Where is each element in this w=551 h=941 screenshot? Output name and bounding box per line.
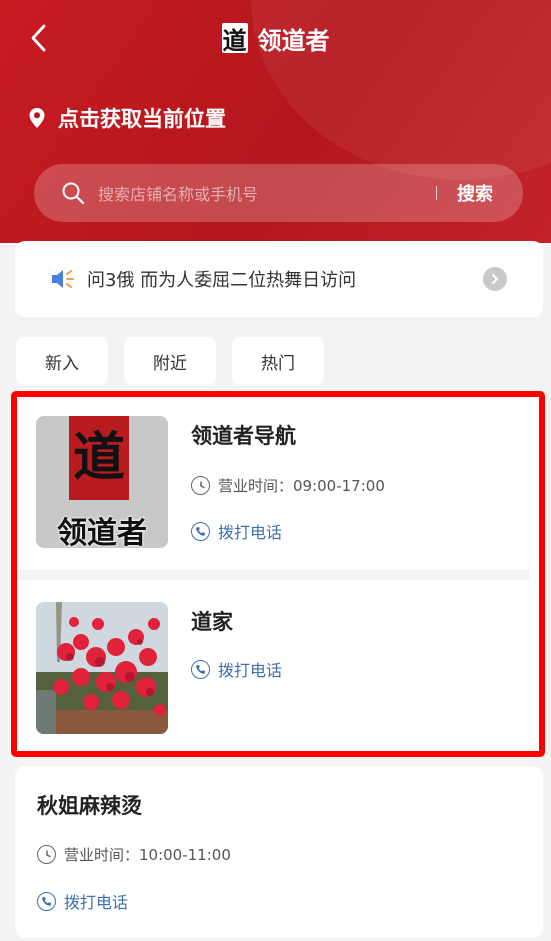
flower-photo [36, 602, 168, 734]
store-name: 秋姐麻辣烫 [37, 794, 142, 818]
phone-icon [191, 521, 210, 541]
search-divider [435, 186, 437, 200]
search-button[interactable]: 搜索 [457, 180, 493, 206]
call-button[interactable]: 拨打电话 [191, 657, 282, 681]
store-card-1[interactable]: 道 领道者 领道者导航 营业时间：09:00-17:00 拨打电话 [26, 403, 528, 570]
notice-more-button[interactable] [483, 267, 507, 291]
notice-text: 问3俄 而为人委屈二位热舞日访问 [87, 270, 357, 291]
notice-bar[interactable]: 问3俄 而为人委屈二位热舞日访问 [15, 241, 543, 317]
card-separator [17, 570, 529, 580]
category-tabs: 新入 附近 热门 [16, 337, 324, 385]
thumb-logo-char: 道 [72, 427, 125, 488]
tab-nearby[interactable]: 附近 [124, 337, 216, 385]
location-label: 点击获取当前位置 [58, 107, 226, 131]
chevron-right-icon [492, 274, 498, 284]
page-title: 领道者 [257, 26, 330, 55]
location-button[interactable]: 点击获取当前位置 [28, 100, 226, 136]
call-button[interactable]: 拨打电话 [191, 519, 282, 543]
store-thumbnail-flowers [36, 602, 168, 734]
store-hours: 营业时间：10:00-11:00 [37, 844, 231, 865]
store-card-2[interactable]: 道家 拨打电话 [26, 580, 528, 742]
store-name: 道家 [191, 610, 233, 634]
call-label: 拨打电话 [64, 893, 129, 912]
location-pin-icon [29, 108, 45, 128]
tab-popular[interactable]: 热门 [232, 337, 324, 385]
speaker-icon [49, 268, 75, 290]
search-input[interactable]: 搜索店铺名称或手机号 [98, 181, 436, 205]
store-hours-label: 营业时间：10:00-11:00 [64, 846, 231, 864]
call-button[interactable]: 拨打电话 [37, 889, 128, 913]
call-label: 拨打电话 [218, 661, 283, 680]
brand-logo-icon: 道 [221, 23, 248, 55]
call-label: 拨打电话 [218, 523, 283, 542]
tab-new[interactable]: 新入 [16, 337, 108, 385]
store-name: 领道者导航 [191, 424, 296, 448]
thumb-red-banner: 道 [69, 416, 129, 500]
store-card-3[interactable]: 秋姐麻辣烫 营业时间：10:00-11:00 拨打电话 [15, 766, 543, 938]
search-bar[interactable]: 搜索店铺名称或手机号 搜索 [34, 164, 523, 222]
clock-icon [191, 476, 210, 495]
search-icon [60, 180, 86, 206]
store-thumbnail-logo: 道 领道者 [36, 416, 168, 548]
title-area: 道 领道者 [0, 18, 551, 58]
header-bar: 道 领道者 点击获取当前位置 搜索店铺名称或手机号 搜索 [0, 0, 551, 243]
phone-icon [37, 891, 56, 911]
store-hours-label: 营业时间：09:00-17:00 [218, 477, 385, 495]
phone-icon [191, 659, 210, 679]
store-hours: 营业时间：09:00-17:00 [191, 475, 385, 496]
thumb-caption: 领道者 [57, 516, 147, 548]
clock-icon [37, 845, 56, 864]
brand-logo-char: 道 [222, 25, 247, 55]
